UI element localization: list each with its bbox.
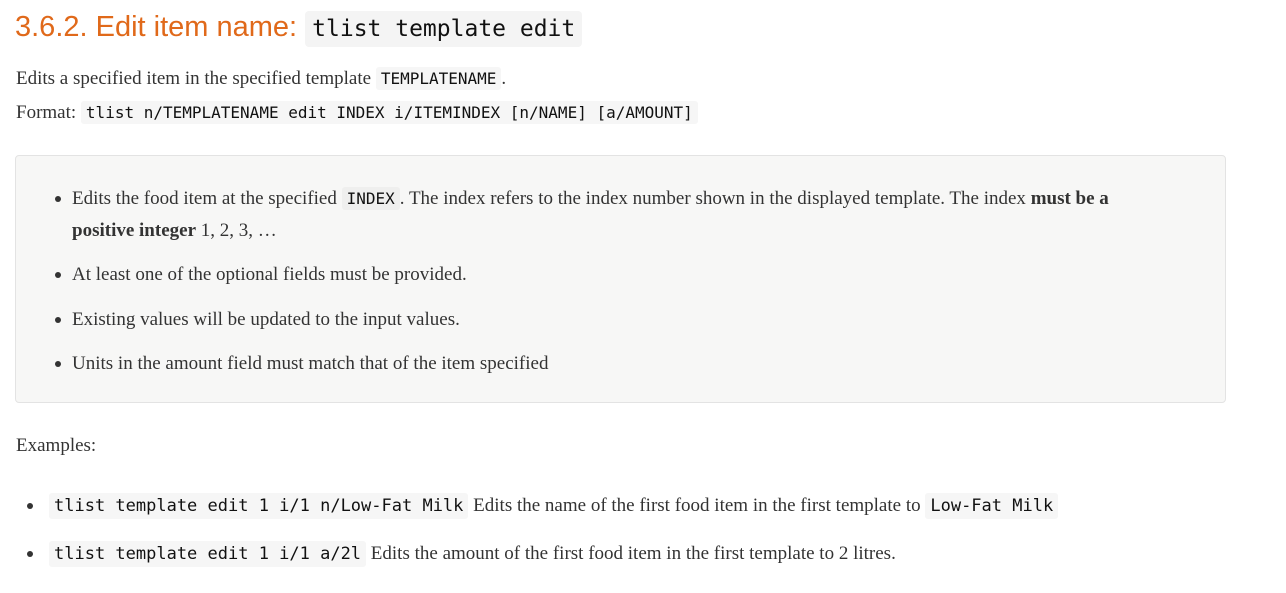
format-paragraph: Format: tlist n/TEMPLATENAME edit INDEX …	[16, 100, 698, 126]
note-item-units: Units in the amount field must match tha…	[55, 348, 1172, 380]
example-amount-command: tlist template edit 1 i/1 a/2l	[49, 541, 367, 567]
note-index-suffix: 1, 2, 3, …	[200, 220, 277, 241]
section-heading: 3.6.2. Edit item name: tlist template ed…	[15, 8, 583, 48]
note-index-param: INDEX	[341, 187, 400, 210]
example-item-rename: tlist template edit 1 i/1 n/Low-Fat Milk…	[26, 491, 1059, 521]
format-label: Format:	[16, 102, 77, 123]
section-heading-command: tlist template edit	[305, 11, 583, 47]
format-command: tlist n/TEMPLATENAME edit INDEX i/ITEMIN…	[80, 101, 698, 124]
example-rename-command: tlist template edit 1 i/1 n/Low-Fat Milk	[49, 493, 469, 519]
example-rename-text: Edits the name of the first food item in…	[473, 495, 921, 516]
example-amount-text: Edits the amount of the first food item …	[370, 543, 896, 564]
note-item-existing: Existing values will be updated to the i…	[55, 304, 1172, 336]
notes-callout: Edits the food item at the specified IND…	[15, 155, 1226, 403]
description-text: Edits a specified item in the specified …	[16, 68, 372, 89]
note-item-optional: At least one of the optional fields must…	[55, 259, 1172, 291]
description-suffix: .	[501, 68, 507, 89]
note-index-middle: . The index refers to the index number s…	[399, 188, 1026, 209]
example-rename-value: Low-Fat Milk	[925, 493, 1059, 519]
section-heading-title: 3.6.2. Edit item name:	[15, 11, 298, 43]
note-index-prefix: Edits the food item at the specified	[72, 188, 337, 209]
note-item-index: Edits the food item at the specified IND…	[55, 183, 1172, 247]
description-param: TEMPLATENAME	[375, 67, 502, 90]
description-paragraph: Edits a specified item in the specified …	[16, 66, 506, 92]
examples-label: Examples:	[16, 435, 97, 456]
example-item-amount: tlist template edit 1 i/1 a/2l Edits the…	[27, 539, 896, 569]
